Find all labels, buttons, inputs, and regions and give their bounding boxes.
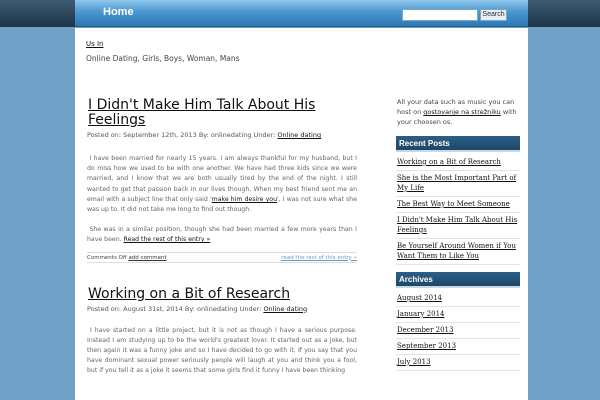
search-input[interactable] <box>402 9 478 21</box>
archive-link[interactable]: August 2014 <box>397 294 442 302</box>
content-sheet: Us In Online Dating, Girls, Boys, Woman,… <box>75 28 528 400</box>
recent-posts-title: Recent Posts <box>396 136 520 152</box>
post-meta: Posted on: September 12th, 2013 By: onli… <box>87 131 357 140</box>
archive-link[interactable]: December 2013 <box>397 326 453 334</box>
search-button[interactable]: Search <box>480 9 507 21</box>
recent-post-link[interactable]: Working on a Bit of Research <box>397 158 501 166</box>
recent-posts-list: Working on a Bit of Research She is the … <box>396 152 520 265</box>
make-him-desire-you-link[interactable]: make him desire you <box>212 196 277 203</box>
post-excerpt: I have been married for nearly 15 years.… <box>87 154 357 215</box>
recent-post-link[interactable]: I Didn't Make Him Talk About His Feeling… <box>397 216 517 234</box>
archive-link[interactable]: September 2013 <box>397 342 456 350</box>
archive-link[interactable]: January 2014 <box>397 310 445 318</box>
post-meta-text: Posted on: August 31st, 2014 By: onlined… <box>87 304 262 313</box>
sidebar-intro: All your data such as music you can host… <box>396 97 520 127</box>
nav-home-link[interactable]: Home <box>103 6 134 18</box>
post: Working on a Bit of Research Posted on: … <box>87 286 357 377</box>
post-excerpt-text: I have started on a little project, but … <box>87 326 358 375</box>
list-item: July 2013 <box>396 355 520 371</box>
list-item: September 2013 <box>396 339 520 355</box>
sidebar: All your data such as music you can host… <box>396 97 520 371</box>
recent-post-link[interactable]: She is the Most Important Part of My Lif… <box>397 174 516 192</box>
post-meta: Posted on: August 31st, 2014 By: onlined… <box>87 305 357 314</box>
recent-post-link[interactable]: The Best Way to Meet Someone <box>397 200 510 208</box>
comments-status: Comments Off add comment <box>87 255 167 261</box>
post-title-link[interactable]: I Didn't Make Him Talk About His Feeling… <box>87 98 357 128</box>
post-footer: Comments Off add comment read the rest o… <box>87 251 357 263</box>
navigation-bar: Home Search <box>75 0 528 27</box>
read-rest-link[interactable]: read the rest of this entry » <box>281 255 357 261</box>
list-item: I Didn't Make Him Talk About His Feeling… <box>396 213 520 239</box>
post-excerpt: I have started on a little project, but … <box>87 326 357 377</box>
archives-list: August 2014 January 2014 December 2013 S… <box>396 288 520 371</box>
list-item: Working on a Bit of Research <box>396 155 520 171</box>
recent-posts-widget: Recent Posts Working on a Bit of Researc… <box>396 136 520 265</box>
recent-post-link[interactable]: Be Yourself Around Women if You Want The… <box>397 242 516 260</box>
site-title-link[interactable]: Us In <box>86 40 240 48</box>
list-item: The Best Way to Meet Someone <box>396 197 520 213</box>
post-title-line1: I Didn't Make Him Talk About His <box>88 97 316 113</box>
site-header: Us In Online Dating, Girls, Boys, Woman,… <box>86 40 240 63</box>
list-item: December 2013 <box>396 323 520 339</box>
comments-off-text: Comments Off <box>87 254 127 261</box>
archive-link[interactable]: July 2013 <box>397 358 431 366</box>
archives-title: Archives <box>396 272 520 288</box>
site-tagline: Online Dating, Girls, Boys, Woman, Mans <box>86 54 240 63</box>
hosting-link[interactable]: gostovanje na strežniku <box>423 108 501 116</box>
post-excerpt-2: She was in a similar position, though sh… <box>87 225 357 245</box>
read-more-link[interactable]: Read the rest of this entry » <box>124 236 211 243</box>
list-item: January 2014 <box>396 307 520 323</box>
post: I Didn't Make Him Talk About His Feeling… <box>87 98 357 263</box>
add-comment-link[interactable]: add comment <box>128 255 166 261</box>
post-title-line2: Feelings <box>88 112 146 128</box>
archives-widget: Archives August 2014 January 2014 Decemb… <box>396 272 520 371</box>
post-category-link[interactable]: Online dating <box>263 305 307 313</box>
list-item: Be Yourself Around Women if You Want The… <box>396 239 520 265</box>
post-title-link[interactable]: Working on a Bit of Research <box>87 286 357 302</box>
post-category-link[interactable]: Online dating <box>277 131 321 139</box>
list-item: August 2014 <box>396 291 520 307</box>
list-item: She is the Most Important Part of My Lif… <box>396 171 520 197</box>
post-meta-text: Posted on: September 12th, 2013 By: onli… <box>87 131 276 139</box>
main-content: I Didn't Make Him Talk About His Feeling… <box>87 98 357 377</box>
